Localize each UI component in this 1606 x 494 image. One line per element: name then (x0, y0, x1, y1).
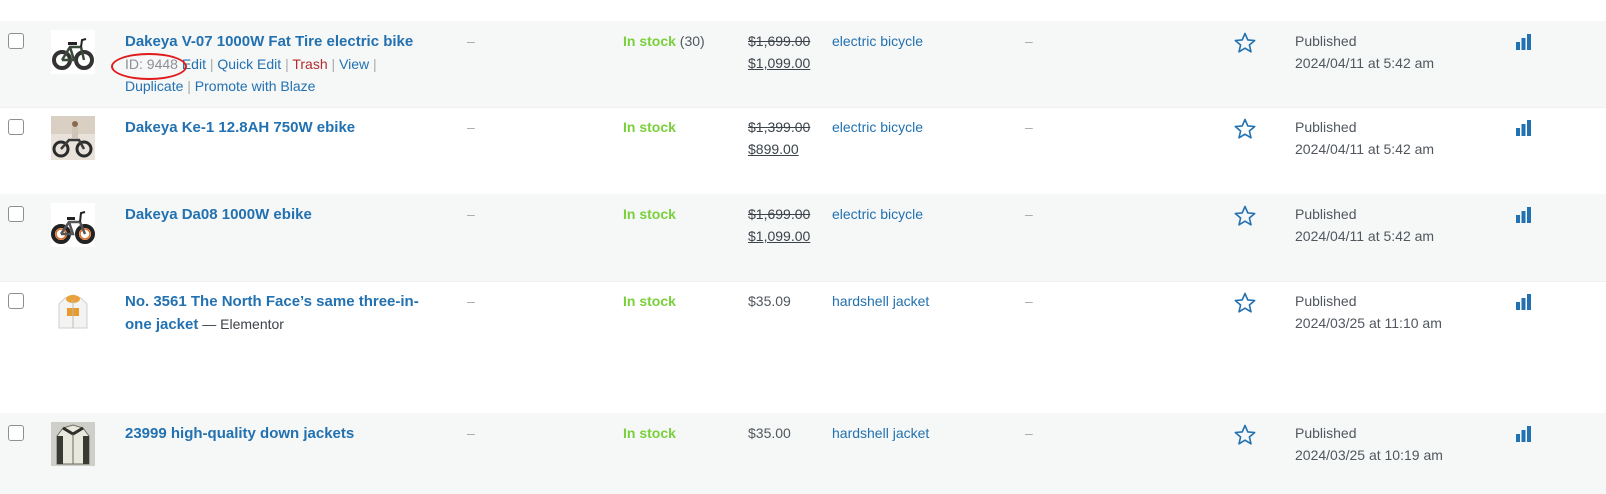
featured-star-icon[interactable] (1233, 291, 1257, 315)
stats-chart-icon[interactable] (1515, 31, 1535, 51)
stock-status: In stock (623, 425, 676, 441)
row-checkbox[interactable] (8, 33, 24, 49)
category-cell: electric bicycle (832, 116, 923, 138)
date-status: Published (1295, 206, 1357, 222)
category-link[interactable]: hardshell jacket (832, 293, 929, 309)
product-title-link[interactable]: Dakeya Ke-1 12.8AH 750W ebike (125, 119, 355, 136)
products-table: Dakeya V-07 1000W Fat Tire electric bike… (0, 0, 1606, 494)
product-title-suffix: — Elementor (198, 316, 284, 332)
featured-star-icon[interactable] (1233, 31, 1257, 55)
featured-star-icon[interactable] (1233, 423, 1257, 447)
table-row: No. 3561 The North Face’s same three-in-… (0, 281, 1606, 414)
row-checkbox[interactable] (8, 425, 24, 441)
row-checkbox[interactable] (8, 119, 24, 135)
jacket-grey-icon[interactable] (51, 422, 95, 466)
bike-rider-icon[interactable] (51, 116, 95, 160)
date-cell: Published 2024/04/11 at 5:42 am (1295, 30, 1434, 74)
table-row: Dakeya V-07 1000W Fat Tire electric bike… (0, 21, 1606, 108)
date-status: Published (1295, 33, 1357, 49)
category-cell: hardshell jacket (832, 290, 929, 312)
featured-star-icon[interactable] (1233, 117, 1257, 141)
sku-cell: – (467, 206, 475, 222)
sale-price: $899.00 (748, 141, 799, 157)
quick-edit-link[interactable]: Quick Edit (217, 56, 281, 72)
date-value: 2024/03/25 at 10:19 am (1295, 447, 1443, 463)
stock-status: In stock (623, 206, 676, 222)
price-cell: $1,399.00 $899.00 (748, 116, 810, 160)
date-cell: Published 2024/03/25 at 11:10 am (1295, 290, 1442, 334)
price-cell: $1,699.00 $1,099.00 (748, 203, 810, 247)
sku-cell: – (467, 33, 475, 49)
tags-cell: – (1025, 119, 1033, 135)
product-title-link[interactable]: 23999 high-quality down jackets (125, 425, 354, 442)
sale-price: $1,099.00 (748, 55, 811, 71)
price-cell: $35.00 (748, 425, 791, 441)
date-cell: Published 2024/04/11 at 5:42 am (1295, 116, 1434, 160)
row-checkbox[interactable] (8, 293, 24, 309)
date-cell: Published 2024/03/25 at 10:19 am (1295, 422, 1443, 466)
price-cell: $1,699.00 $1,099.00 (748, 30, 810, 74)
tags-cell: – (1025, 425, 1033, 441)
category-link[interactable]: electric bicycle (832, 206, 923, 222)
date-status: Published (1295, 119, 1357, 135)
stock-quantity: (30) (679, 33, 705, 49)
stats-chart-icon[interactable] (1515, 423, 1535, 443)
tags-cell: – (1025, 293, 1033, 309)
date-status: Published (1295, 425, 1357, 441)
category-cell: hardshell jacket (832, 422, 929, 444)
stock-status: In stock (623, 293, 676, 309)
date-cell: Published 2024/04/11 at 5:42 am (1295, 203, 1434, 247)
regular-price: $1,699.00 (748, 33, 811, 49)
sku-cell: – (467, 119, 475, 135)
featured-star-icon[interactable] (1233, 204, 1257, 228)
date-value: 2024/03/25 at 11:10 am (1295, 315, 1442, 331)
duplicate-link[interactable]: Duplicate (125, 78, 183, 94)
date-value: 2024/04/11 at 5:42 am (1295, 228, 1435, 244)
stats-chart-icon[interactable] (1515, 117, 1535, 137)
bike-black-icon[interactable] (51, 30, 95, 74)
row-checkbox[interactable] (8, 206, 24, 222)
category-cell: electric bicycle (832, 30, 923, 52)
product-title-link[interactable]: Dakeya V-07 1000W Fat Tire electric bike (125, 33, 413, 50)
category-link[interactable]: electric bicycle (832, 119, 923, 135)
tags-cell: – (1025, 33, 1033, 49)
edit-link[interactable]: Edit (182, 56, 206, 72)
table-row: Dakeya Ke-1 12.8AH 750W ebike – In stock… (0, 107, 1606, 195)
regular-price: $1,699.00 (748, 206, 811, 222)
category-cell: electric bicycle (832, 203, 923, 225)
stats-chart-icon[interactable] (1515, 204, 1535, 224)
date-value: 2024/04/11 at 5:42 am (1295, 55, 1435, 71)
category-link[interactable]: hardshell jacket (832, 425, 929, 441)
tags-cell: – (1025, 206, 1033, 222)
date-value: 2024/04/11 at 5:42 am (1295, 141, 1435, 157)
row-actions: ID: 9448 Edit | Quick Edit | Trash | Vie… (111, 53, 435, 97)
stock-status: In stock (30) (623, 33, 705, 49)
product-id: ID: 9448 (111, 53, 187, 80)
price-cell: $35.09 (748, 293, 791, 309)
product-title-link[interactable]: Dakeya Da08 1000W ebike (125, 206, 312, 223)
view-link[interactable]: View (339, 56, 369, 72)
jacket-white-icon[interactable] (51, 290, 95, 334)
sku-cell: – (467, 425, 475, 441)
product-name-cell: Dakeya Ke-1 12.8AH 750W ebike (125, 116, 435, 139)
table-row: 23999 high-quality down jackets – In sto… (0, 413, 1606, 494)
table-row: Dakeya Da08 1000W ebike – In stock $1,69… (0, 194, 1606, 282)
stock-status: In stock (623, 119, 676, 135)
product-name-cell: Dakeya Da08 1000W ebike (125, 203, 435, 226)
category-link[interactable]: electric bicycle (832, 33, 923, 49)
product-name-cell: Dakeya V-07 1000W Fat Tire electric bike… (111, 30, 435, 97)
sku-cell: – (467, 293, 475, 309)
stats-chart-icon[interactable] (1515, 291, 1535, 311)
product-name-cell: 23999 high-quality down jackets (125, 422, 435, 445)
regular-price: $1,399.00 (748, 119, 811, 135)
date-status: Published (1295, 293, 1357, 309)
promote-with-blaze-link[interactable]: Promote with Blaze (195, 78, 316, 94)
trash-link[interactable]: Trash (292, 56, 327, 72)
product-name-cell: No. 3561 The North Face’s same three-in-… (125, 290, 435, 336)
sale-price: $1,099.00 (748, 228, 811, 244)
bike-orange-icon[interactable] (51, 203, 95, 247)
